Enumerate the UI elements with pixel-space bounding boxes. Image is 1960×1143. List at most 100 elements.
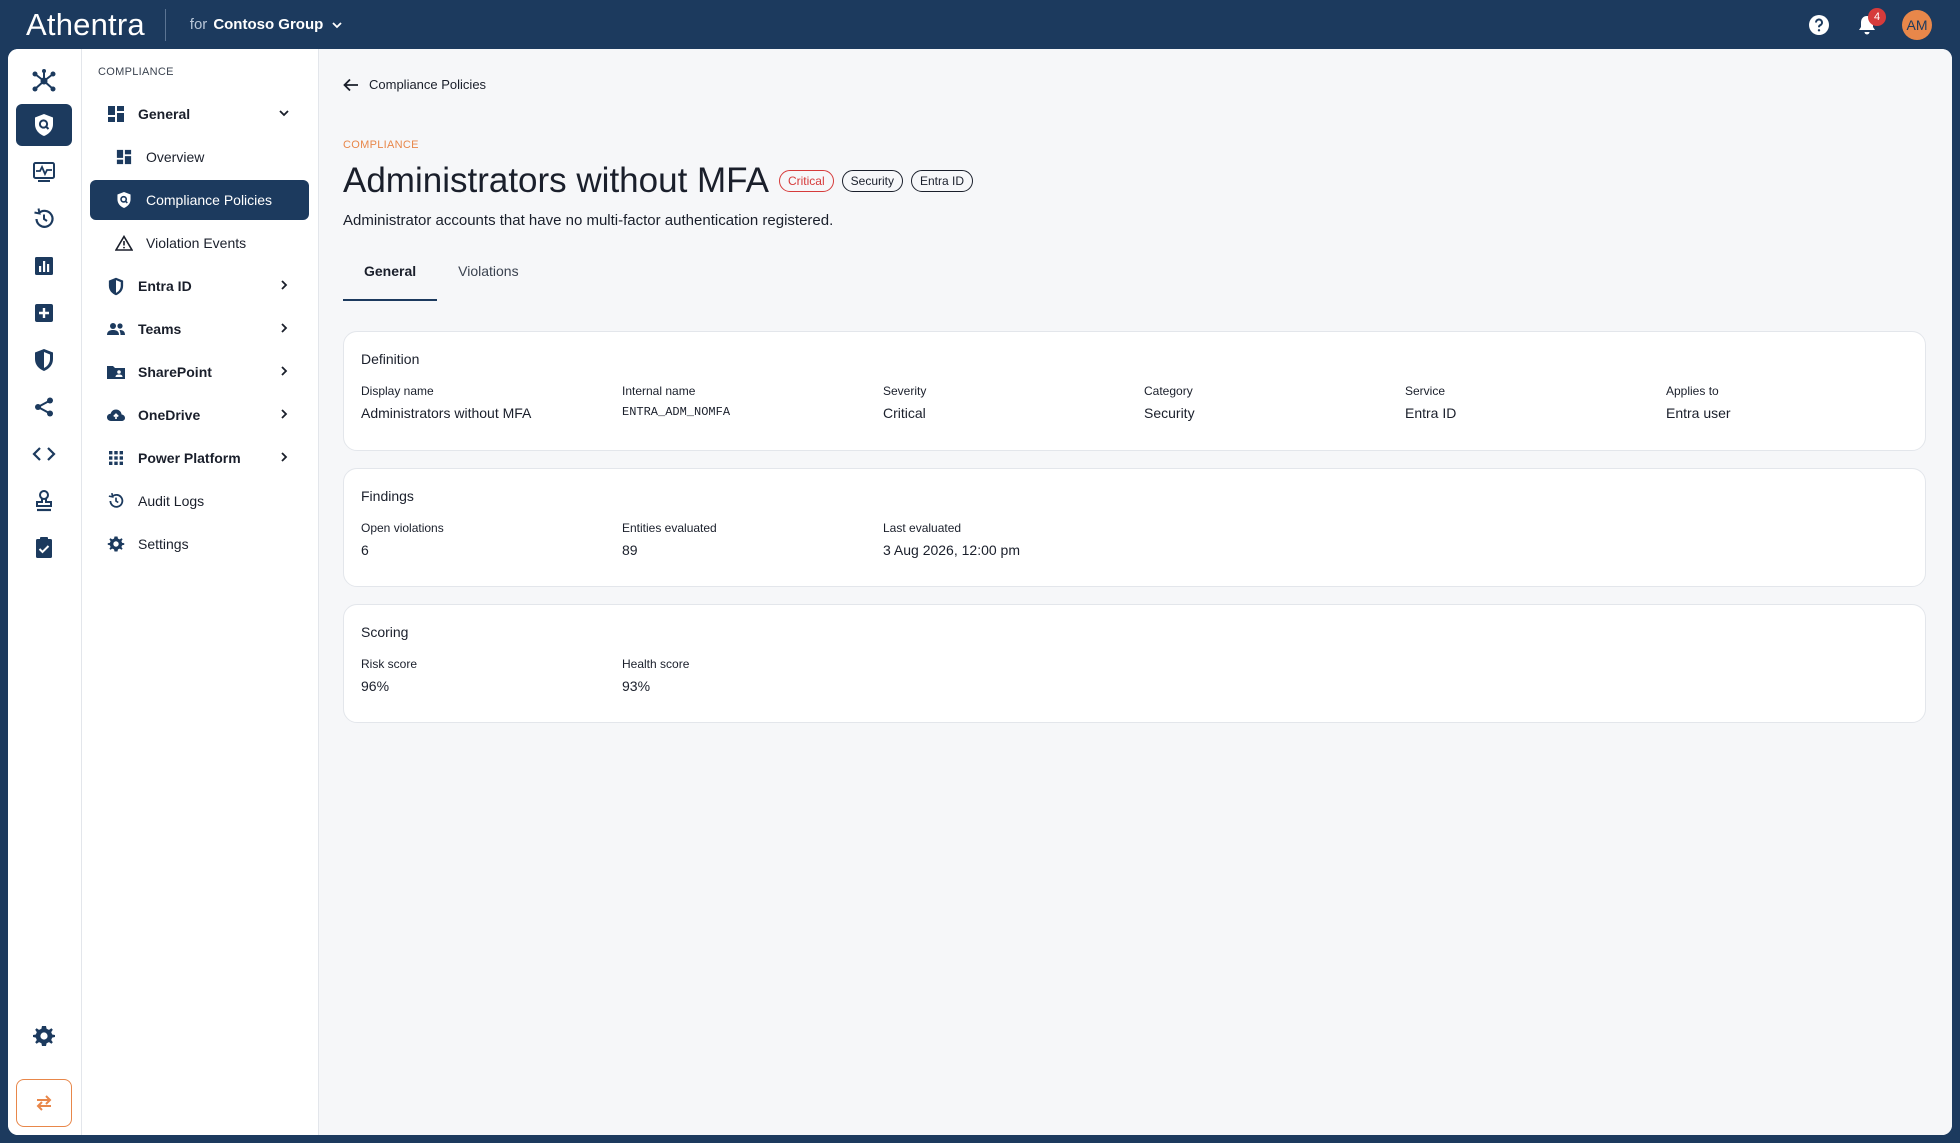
nav-audit-logs[interactable]: Audit Logs: [90, 481, 309, 521]
nav-settings-label: Settings: [138, 536, 189, 552]
rail-compliance[interactable]: [16, 104, 72, 146]
brand-logo[interactable]: Athentra: [26, 7, 145, 43]
people-icon: [106, 319, 126, 339]
rail-history[interactable]: [16, 198, 72, 240]
back-link[interactable]: Compliance Policies: [343, 77, 486, 92]
field-value: 96%: [361, 678, 390, 694]
field-value: Entra ID: [1405, 405, 1457, 421]
avatar[interactable]: AM: [1902, 9, 1932, 40]
chevron-down-icon: [279, 110, 289, 117]
field-label: Severity: [883, 384, 927, 398]
chevron-right-icon: [281, 280, 288, 290]
stamp-icon: [36, 490, 52, 512]
nav-sharepoint[interactable]: SharePoint: [90, 352, 309, 392]
chevron-right-icon: [281, 452, 288, 462]
chevron-right-icon: [281, 323, 288, 333]
notification-badge: 4: [1868, 7, 1886, 26]
dashboard-icon: [106, 104, 126, 124]
nav-onedrive[interactable]: OneDrive: [90, 395, 309, 435]
notifications-button[interactable]: 4: [1854, 7, 1886, 38]
tab-violations[interactable]: Violations: [437, 263, 539, 301]
main-content: Compliance Policies COMPLIANCE Administr…: [319, 49, 1952, 1135]
shield-icon: [106, 276, 126, 296]
nav-entra-id-label: Entra ID: [138, 278, 192, 294]
gear-icon: [33, 1026, 55, 1046]
rail-approvals[interactable]: [16, 480, 72, 522]
org-name: Contoso Group: [213, 16, 324, 33]
org-switcher[interactable]: for Contoso Group: [190, 16, 344, 33]
category-tag: Security: [841, 170, 903, 192]
nav-violation-events[interactable]: Violation Events: [90, 223, 309, 263]
chevron-down-icon: [332, 21, 342, 28]
shield-search-icon: [114, 190, 134, 210]
gear-icon: [106, 534, 126, 554]
warning-icon: [114, 233, 134, 253]
nav-teams[interactable]: Teams: [90, 309, 309, 349]
field-value: 93%: [622, 678, 651, 694]
rail-sharing[interactable]: [16, 386, 72, 428]
app-shell: COMPLIANCE General Overview Compliance P…: [8, 49, 1952, 1135]
field-service: Service Entra ID: [1405, 384, 1456, 421]
nav-onedrive-label: OneDrive: [138, 407, 201, 423]
field-label: Health score: [622, 657, 690, 671]
field-health-score: Health score 93%: [622, 657, 689, 694]
field-severity: Severity Critical: [883, 384, 926, 421]
apps-grid-icon: [106, 448, 126, 468]
nav-entra-id[interactable]: Entra ID: [90, 266, 309, 306]
shield-icon: [35, 349, 53, 371]
field-value: 89: [622, 542, 638, 558]
field-internal-name: Internal name ENTRA_ADM_NOMFA: [622, 384, 730, 419]
scoring-card: Scoring Risk score 96% Health score 93%: [343, 604, 1926, 723]
field-label: Last evaluated: [883, 521, 962, 535]
nav-overview[interactable]: Overview: [90, 137, 309, 177]
nav-teams-label: Teams: [138, 321, 182, 337]
field-value: 3 Aug 2026, 12:00 pm: [883, 542, 1020, 558]
rail-monitoring[interactable]: [16, 151, 72, 193]
shield-search-icon: [35, 114, 53, 136]
field-value: Security: [1144, 405, 1195, 421]
rail-reports[interactable]: [16, 245, 72, 287]
rail-settings[interactable]: [16, 1015, 72, 1057]
definition-title: Definition: [361, 351, 420, 367]
field-last-evaluated: Last evaluated 3 Aug 2026, 12:00 pm: [883, 521, 1020, 558]
field-label: Display name: [361, 384, 434, 398]
chevron-right-icon: [281, 366, 288, 376]
share-icon: [35, 397, 53, 417]
arrow-left-icon: [343, 78, 358, 91]
nav-general[interactable]: General: [90, 94, 309, 134]
rail-security[interactable]: [16, 339, 72, 381]
field-label: Open violations: [361, 521, 444, 535]
field-label: Entities evaluated: [622, 521, 717, 535]
field-value: ENTRA_ADM_NOMFA: [622, 405, 731, 419]
compliance-subnav: COMPLIANCE General Overview Compliance P…: [82, 49, 319, 1135]
cloud-upload-icon: [106, 405, 126, 425]
back-link-label: Compliance Policies: [369, 77, 487, 92]
subnav-heading: COMPLIANCE: [98, 66, 174, 78]
nav-compliance-policies-label: Compliance Policies: [146, 192, 273, 208]
help-button[interactable]: [1806, 12, 1832, 38]
scoring-title: Scoring: [361, 624, 409, 640]
switch-view-button[interactable]: [16, 1079, 72, 1127]
swap-arrows-icon: [36, 1095, 52, 1111]
bar-chart-icon: [35, 257, 53, 275]
history-icon: [106, 491, 126, 511]
field-label: Risk score: [361, 657, 418, 671]
rail-tasks[interactable]: [16, 527, 72, 569]
field-applies-to: Applies to Entra user: [1666, 384, 1731, 421]
help-icon: [1809, 14, 1829, 35]
clipboard-check-icon: [36, 537, 52, 558]
rail-developer[interactable]: [16, 433, 72, 475]
nav-compliance-policies[interactable]: Compliance Policies: [90, 180, 309, 220]
field-label: Category: [1144, 384, 1193, 398]
definition-card: Definition Display name Administrators w…: [343, 331, 1926, 451]
tab-general[interactable]: General: [343, 263, 438, 301]
nav-settings[interactable]: Settings: [90, 524, 309, 564]
chevron-right-icon: [281, 409, 288, 419]
field-category: Category Security: [1144, 384, 1195, 421]
history-icon: [34, 208, 54, 228]
nav-power-platform[interactable]: Power Platform: [90, 438, 309, 478]
top-bar: Athentra for Contoso Group 4 AM: [0, 0, 1960, 49]
code-icon: [32, 447, 56, 461]
rail-dashboard[interactable]: [16, 60, 72, 102]
rail-add[interactable]: [16, 292, 72, 334]
